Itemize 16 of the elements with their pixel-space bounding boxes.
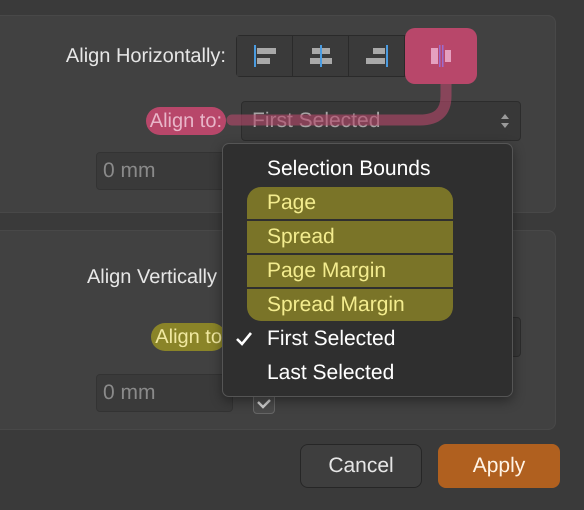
apply-button[interactable]: Apply (438, 444, 560, 488)
distribute-icon (428, 45, 454, 67)
align-center-icon (308, 45, 334, 67)
spacing-field[interactable]: 0 mm (96, 374, 233, 412)
align-horizontally-label: Align Horizontally: (64, 44, 227, 68)
checkmark-icon (257, 399, 271, 409)
checkmark-icon (235, 331, 253, 347)
align-right-icon (364, 45, 390, 67)
stepper-icon (500, 112, 510, 130)
cancel-button[interactable]: Cancel (300, 444, 422, 488)
align-to-label: Align to: (146, 106, 226, 134)
align-vertically-label: Align Vertically (86, 266, 218, 288)
distribute-button[interactable] (405, 28, 477, 84)
align-left-button[interactable] (237, 36, 293, 76)
align-left-icon (252, 45, 278, 67)
menu-item[interactable]: First Selected (223, 322, 512, 356)
